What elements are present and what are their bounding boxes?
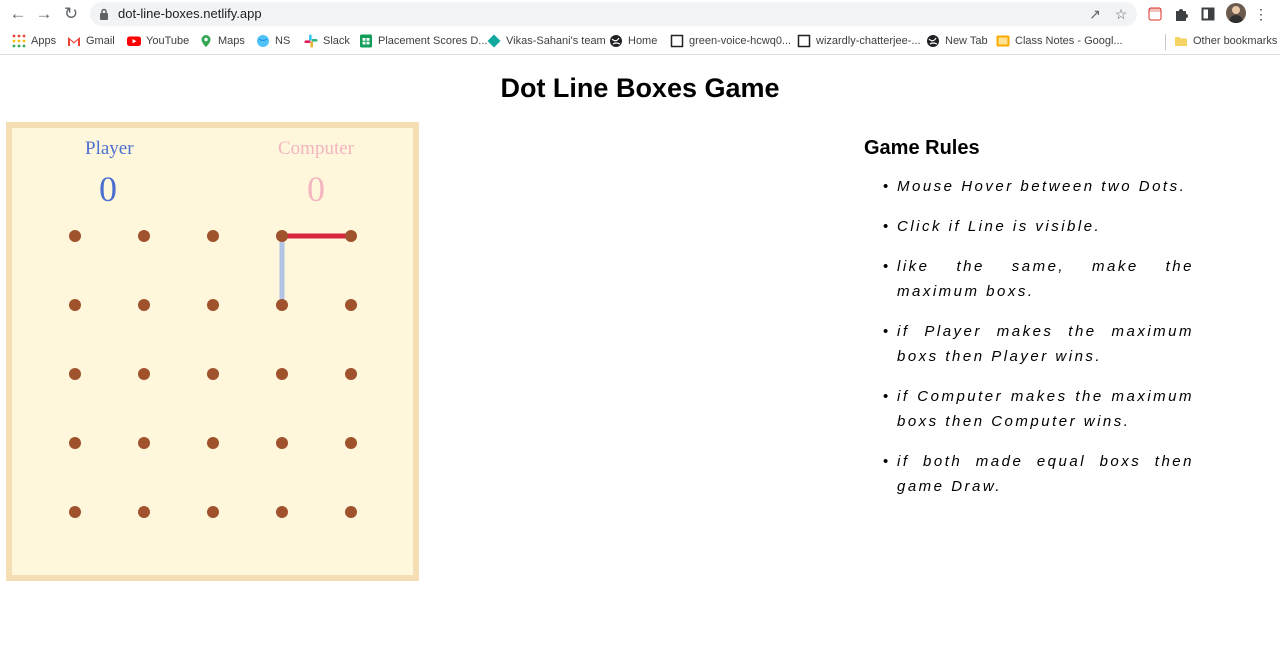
grid-dot[interactable] — [69, 230, 81, 242]
grid-dot[interactable] — [69, 368, 81, 380]
diamond-icon — [487, 34, 501, 48]
grid-dot[interactable] — [138, 299, 150, 311]
classroom-icon — [996, 34, 1010, 48]
grid-dot[interactable] — [207, 230, 219, 242]
grid-dot[interactable] — [276, 230, 288, 242]
grid-dot[interactable] — [276, 368, 288, 380]
grid-dot[interactable] — [345, 299, 357, 311]
bookmark-apps[interactable]: Apps — [12, 33, 56, 49]
share-icon[interactable]: ↗ — [1086, 6, 1104, 22]
game-board: Player 0 Computer 0 — [6, 122, 419, 581]
star-icon[interactable]: ☆ — [1112, 6, 1130, 22]
rule-item: Mouse Hover between two Dots. — [864, 174, 1194, 199]
grid-dot[interactable] — [276, 299, 288, 311]
globe-icon — [256, 34, 270, 48]
puzzle-icon[interactable] — [1171, 4, 1191, 24]
bookmark-maps[interactable]: Maps — [199, 33, 245, 49]
grid-dot[interactable] — [345, 506, 357, 518]
grid-dot[interactable] — [276, 506, 288, 518]
youtube-icon — [127, 34, 141, 48]
bookmark-class-notes[interactable]: Class Notes - Googl... — [996, 33, 1123, 49]
bookmark-ns[interactable]: NS — [256, 33, 290, 49]
bookmark-vikas-team[interactable]: Vikas-Sahani's team — [487, 33, 606, 49]
page-title: Dot Line Boxes Game — [500, 73, 780, 103]
page-square-icon — [670, 34, 684, 48]
grid-dot[interactable] — [138, 437, 150, 449]
forward-icon[interactable]: → — [33, 4, 55, 24]
grid-dot[interactable] — [345, 230, 357, 242]
grid-dot[interactable] — [138, 230, 150, 242]
bookmark-wizardly[interactable]: wizardly-chatterjee-... — [797, 33, 921, 49]
rule-item: if Player makes the maximum boxs then Pl… — [864, 319, 1194, 369]
bookmark-gmail[interactable]: Gmail — [67, 33, 115, 49]
bookmark-new-tab[interactable]: New Tab — [926, 33, 988, 49]
lock-icon — [100, 8, 108, 20]
address-bar[interactable]: dot-line-boxes.netlify.app ↗ ☆ — [90, 2, 1137, 26]
sidebar-icon[interactable] — [1198, 4, 1218, 24]
grid-dot[interactable] — [69, 437, 81, 449]
grid-dot[interactable] — [345, 368, 357, 380]
grid-dot[interactable] — [207, 299, 219, 311]
url-text: dot-line-boxes.netlify.app — [118, 6, 262, 21]
profile-avatar[interactable] — [1226, 3, 1246, 23]
slack-icon — [304, 34, 318, 48]
bookmarks-separator — [1165, 34, 1166, 50]
rule-item: if both made equal boxs then game Draw. — [864, 449, 1194, 499]
folder-icon — [1174, 34, 1188, 48]
grid-dot[interactable] — [207, 437, 219, 449]
apps-grid-icon — [12, 34, 26, 48]
rules-list: Mouse Hover between two Dots. Click if L… — [864, 174, 1194, 499]
rule-item: if Computer makes the maximum boxs then … — [864, 384, 1194, 434]
grid-dot[interactable] — [276, 437, 288, 449]
grid-dot[interactable] — [345, 437, 357, 449]
browser-toolbar: ← → ↻ dot-line-boxes.netlify.app ↗ ☆ ⋮ — [0, 0, 1280, 28]
rule-item: like the same, make the maximum boxs. — [864, 254, 1194, 304]
bookmark-youtube[interactable]: YouTube — [127, 33, 189, 49]
page-square-icon — [797, 34, 811, 48]
dot-grid[interactable] — [12, 128, 413, 575]
maps-pin-icon — [199, 34, 213, 48]
reload-icon[interactable]: ↻ — [60, 4, 82, 24]
grid-dot[interactable] — [207, 368, 219, 380]
bookmark-placement-scores[interactable]: Placement Scores D... — [359, 33, 487, 49]
extension-icon[interactable] — [1145, 4, 1165, 24]
bookmark-other[interactable]: Other bookmarks — [1174, 33, 1277, 49]
bookmarks-bar: Apps Gmail YouTube Maps NS Slack Placeme… — [0, 28, 1280, 55]
bookmark-slack[interactable]: Slack — [304, 33, 350, 49]
gmail-icon — [67, 34, 81, 48]
bookmark-green-voice[interactable]: green-voice-hcwq0... — [670, 33, 791, 49]
grid-dot[interactable] — [138, 506, 150, 518]
back-icon[interactable]: ← — [7, 4, 29, 24]
grid-dot[interactable] — [69, 506, 81, 518]
sheets-icon — [359, 34, 373, 48]
page-content: Dot Line Boxes Game Player 0 Computer 0 … — [0, 55, 1280, 670]
globe-icon — [926, 34, 940, 48]
bookmark-home[interactable]: Home — [609, 33, 657, 49]
globe-icon — [609, 34, 623, 48]
grid-dot[interactable] — [138, 368, 150, 380]
grid-dot[interactable] — [207, 506, 219, 518]
rules-title: Game Rules — [864, 137, 980, 159]
rule-item: Click if Line is visible. — [864, 214, 1194, 239]
menu-kebab-icon[interactable]: ⋮ — [1251, 4, 1271, 24]
rules-panel: Game Rules Mouse Hover between two Dots.… — [864, 137, 1194, 514]
grid-dot[interactable] — [69, 299, 81, 311]
